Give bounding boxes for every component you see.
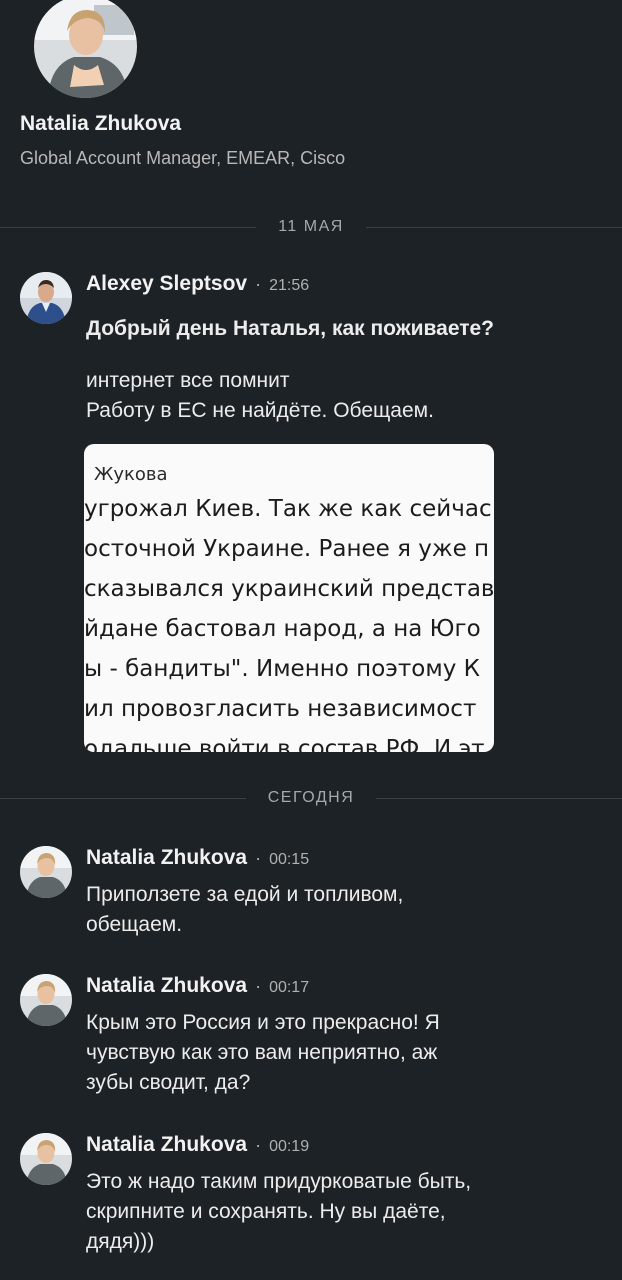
- sender-avatar[interactable]: [20, 846, 72, 898]
- sender-avatar[interactable]: [20, 1133, 72, 1185]
- attachment-text-line: йдане бастовал народ, а на Юго: [84, 616, 481, 642]
- profile-name[interactable]: Natalia Zhukova: [20, 112, 181, 136]
- sender-name[interactable]: Natalia Zhukova: [86, 1133, 247, 1157]
- image-attachment[interactable]: Жукова угрожал Киев. Так же как сейчас о…: [84, 444, 494, 752]
- date-divider: 11 МАЯ: [0, 217, 622, 237]
- message-text: Работу в ЕС не найдёте. Обещаем.: [86, 399, 434, 422]
- message-text: Приползете за едой и топливом,: [86, 883, 404, 906]
- message-text: дядя))): [86, 1230, 155, 1253]
- message-group: Natalia Zhukova · 00:15 Приползете за ед…: [20, 846, 610, 946]
- message-time: 00:17: [269, 979, 310, 996]
- message-meta: Natalia Zhukova · 00:19: [86, 1133, 309, 1157]
- divider-line: [0, 226, 257, 228]
- message-group: Natalia Zhukova · 00:17 Крым это Россия …: [20, 974, 610, 1104]
- attachment-text-line: сказывался украинский представ: [84, 576, 494, 602]
- message-time: 00:15: [269, 851, 310, 868]
- messaging-thread: Natalia Zhukova Global Account Manager, …: [0, 0, 622, 1280]
- message-meta: Natalia Zhukova · 00:17: [86, 974, 309, 998]
- date-divider-label: СЕГОДНЯ: [267, 789, 355, 806]
- message-group: Natalia Zhukova · 00:19 Это ж надо таким…: [20, 1133, 610, 1263]
- sender-name[interactable]: Natalia Zhukova: [86, 846, 247, 870]
- separator-dot: ·: [255, 848, 262, 868]
- divider-line: [376, 797, 622, 799]
- message-text: зубы сводит, да?: [86, 1071, 251, 1094]
- sender-name[interactable]: Natalia Zhukova: [86, 974, 247, 998]
- sender-avatar[interactable]: [20, 974, 72, 1026]
- date-divider-label: 11 МАЯ: [278, 218, 344, 235]
- message-meta: Natalia Zhukova · 00:15: [86, 846, 309, 870]
- divider-line: [365, 226, 622, 228]
- message-text: обещаем.: [86, 913, 183, 936]
- divider-line: [0, 797, 246, 799]
- message-text: Крым это Россия и это прекрасно! Я: [86, 1011, 440, 1034]
- attachment-text-line: осточной Украине. Ранее я уже п: [84, 536, 490, 562]
- attachment-text-line: ы - бандиты". Именно поэтому К: [84, 656, 480, 682]
- message-text: Добрый день Наталья, как поживаете?: [86, 317, 495, 340]
- separator-dot: ·: [255, 274, 262, 294]
- sender-avatar[interactable]: [20, 272, 72, 324]
- message-text: скрипните и сохранять. Ну вы даёте,: [86, 1200, 446, 1223]
- date-divider: СЕГОДНЯ: [0, 788, 622, 808]
- message-meta: Alexey Sleptsov · 21:56: [86, 272, 309, 296]
- attachment-text-line: угрожал Киев. Так же как сейчас: [84, 496, 492, 522]
- attachment-text-line: одальше войти в состав РФ. И эт: [84, 736, 485, 752]
- separator-dot: ·: [255, 976, 262, 996]
- message-time: 21:56: [269, 277, 310, 294]
- profile-headline: Global Account Manager, EMEAR, Cisco: [20, 148, 346, 168]
- sender-name[interactable]: Alexey Sleptsov: [86, 272, 247, 296]
- message-text: Это ж надо таким придурковатые быть,: [86, 1170, 472, 1193]
- profile-avatar[interactable]: [34, 0, 137, 98]
- attachment-author-text: Жукова: [94, 464, 168, 485]
- message-text: интернет все помнит: [86, 369, 290, 392]
- separator-dot: ·: [255, 1135, 262, 1155]
- message-time: 00:19: [269, 1138, 310, 1155]
- message-text: чувствую как это вам неприятно, аж: [86, 1041, 438, 1064]
- attachment-text-line: ил провозгласить независимост: [84, 696, 477, 722]
